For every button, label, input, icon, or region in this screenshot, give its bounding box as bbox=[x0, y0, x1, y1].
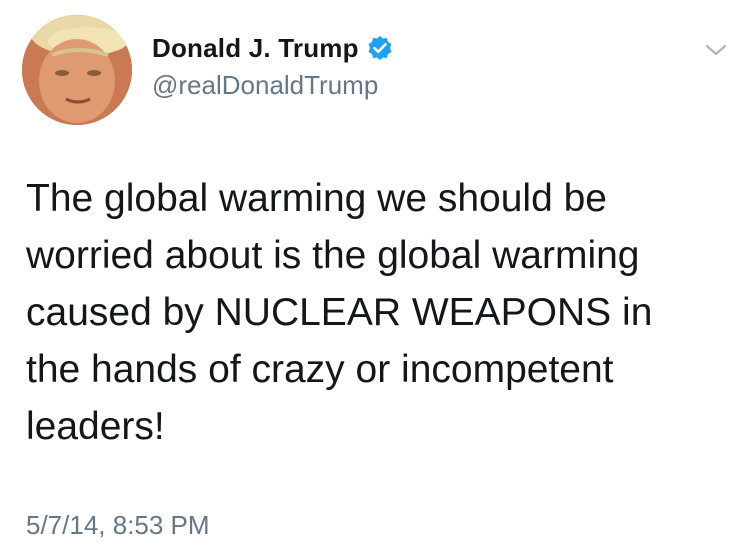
tweet-text: The global warming we should be worried … bbox=[26, 177, 653, 448]
avatar[interactable] bbox=[22, 15, 132, 125]
chevron-down-icon[interactable] bbox=[704, 42, 728, 58]
name-row: Donald J. Trump bbox=[152, 30, 393, 66]
profile-photo-icon bbox=[22, 15, 132, 125]
display-name[interactable]: Donald J. Trump bbox=[152, 33, 359, 64]
user-handle[interactable]: @realDonaldTrump bbox=[152, 70, 378, 101]
tweet-timestamp[interactable]: 5/7/14, 8:53 PM bbox=[26, 510, 210, 541]
verified-badge-icon bbox=[367, 35, 393, 61]
